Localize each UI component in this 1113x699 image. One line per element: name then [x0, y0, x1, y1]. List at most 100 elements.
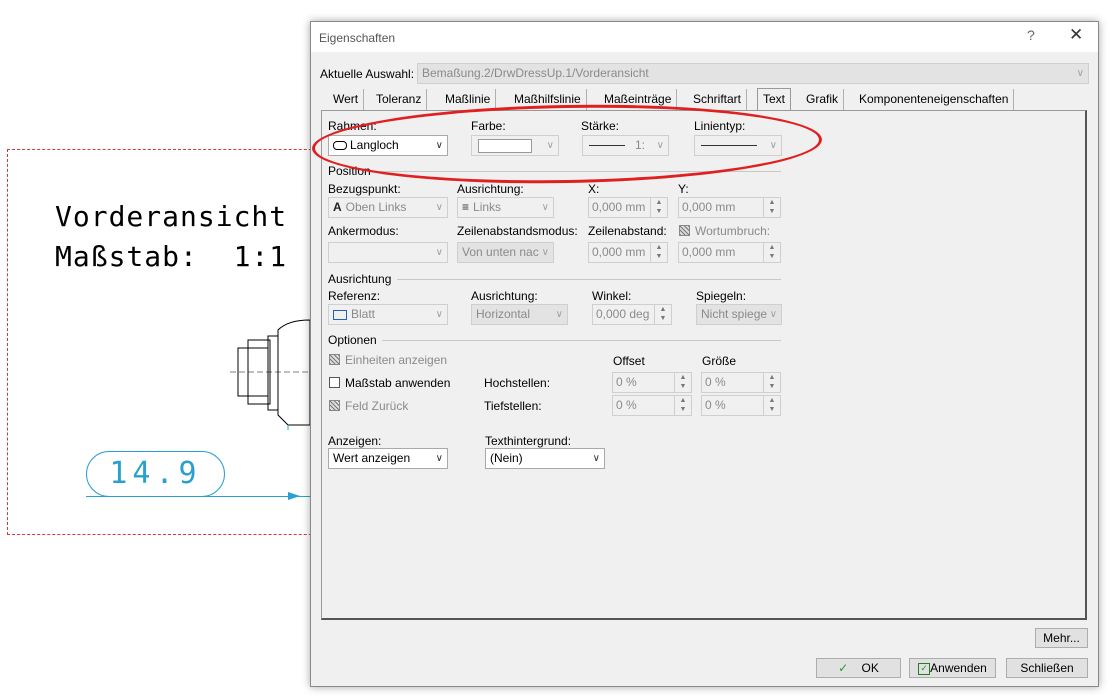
referenz-combo[interactable]: Blatt ∨	[328, 304, 448, 325]
more-button[interactable]: Mehr...	[1035, 628, 1088, 648]
wortumbruch-value: 0,000 mm	[682, 245, 736, 259]
dimension-line	[86, 496, 311, 497]
tab-toleranz[interactable]: Toleranz	[371, 89, 428, 110]
view-scale-text: Maßstab: 1:1	[55, 240, 288, 273]
einheiten-label: Einheiten anzeigen	[345, 353, 448, 367]
x-label: X:	[588, 182, 600, 196]
texthintergrund-label: Texthintergrund:	[485, 434, 572, 448]
apply-check-icon: ✓	[918, 662, 931, 675]
wortumbruch-checkbox[interactable]	[679, 225, 690, 236]
y-value: 0,000 mm	[682, 200, 736, 214]
hochstellen-groesse-input[interactable]: 0 % ▲ ▼	[701, 372, 781, 393]
chevron-down-icon: ∨	[592, 453, 600, 464]
zeilenabstand-spin-buttons[interactable]: ▲ ▼	[650, 243, 667, 262]
chevron-down-icon: ∨	[1076, 68, 1084, 79]
zeilenabstand-label: Zeilenabstand:	[588, 224, 667, 238]
y-spin-buttons[interactable]: ▲ ▼	[763, 198, 780, 217]
dialog-title: Eigenschaften	[319, 31, 396, 45]
sheet-icon	[333, 309, 347, 320]
apply-button[interactable]: ✓ Anwenden	[909, 658, 996, 678]
massstab-checkbox[interactable]	[329, 377, 340, 388]
view-name-text: Vorderansicht	[55, 200, 288, 233]
chevron-down-icon: ∨	[541, 202, 549, 213]
tiefstellen-groesse-value: 0 %	[705, 398, 726, 412]
tiefstellen-offset-input[interactable]: 0 % ▲ ▼	[612, 395, 692, 416]
tab-masslinie[interactable]: Maßlinie	[440, 89, 497, 110]
referenz-label: Referenz:	[328, 289, 381, 303]
tab-text[interactable]: Text	[757, 88, 792, 111]
winkel-value: 0,000 deg	[596, 307, 650, 321]
ausrichtung-pos-combo[interactable]: ≡ Links ∨	[457, 197, 554, 218]
spiegeln-value: Nicht spiege	[701, 307, 768, 321]
anchor-point-icon: A	[333, 200, 342, 214]
tab-schriftart[interactable]: Schriftart	[688, 89, 748, 110]
optionen-group-label: Optionen	[328, 333, 377, 347]
x-spin-buttons[interactable]: ▲ ▼	[650, 198, 667, 217]
tab-grafik[interactable]: Grafik	[801, 89, 845, 110]
texthintergrund-combo[interactable]: (Nein) ∨	[485, 448, 605, 469]
chevron-down-icon: ∨	[435, 202, 443, 213]
bezugspunkt-value: Oben Links	[345, 200, 407, 214]
part-geometry	[230, 319, 311, 430]
wortumbruch-input[interactable]: 0,000 mm ▲ ▼	[678, 242, 781, 263]
x-value: 0,000 mm	[592, 200, 646, 214]
zeilenabstandsmodus-combo[interactable]: Von unten nac ∨	[457, 242, 554, 263]
ausrichtung-pos-label: Ausrichtung:	[457, 182, 524, 196]
ok-label: OK	[861, 661, 879, 675]
current-selection-value: Bemaßung.2/DrwDressUp.1/Vorderansicht	[422, 66, 649, 80]
ankermodus-combo[interactable]: ∨	[328, 242, 448, 263]
bezugspunkt-label: Bezugspunkt:	[328, 182, 401, 196]
ausrichtung-group-label: Ausrichtung	[328, 272, 392, 286]
x-input[interactable]: 0,000 mm ▲ ▼	[588, 197, 668, 218]
dialog-titlebar: Eigenschaften ? ✕	[311, 22, 1098, 52]
tiefstellen-groesse-spin[interactable]: ▲ ▼	[763, 396, 780, 415]
wortumbruch-spin-buttons[interactable]: ▲ ▼	[763, 243, 780, 262]
anzeigen-label: Anzeigen:	[328, 434, 382, 448]
current-selection-label: Aktuelle Auswahl:	[320, 67, 415, 81]
tiefstellen-label: Tiefstellen:	[484, 399, 542, 413]
tiefstellen-groesse-input[interactable]: 0 % ▲ ▼	[701, 395, 781, 416]
apply-label: Anwenden	[930, 661, 987, 675]
referenz-value: Blatt	[351, 307, 376, 321]
feld-zurueck-label: Feld Zurück	[345, 399, 409, 413]
chevron-down-icon: ∨	[769, 309, 777, 320]
help-button[interactable]: ?	[1027, 27, 1035, 43]
hochstellen-groesse-spin[interactable]: ▲ ▼	[763, 373, 780, 392]
ausrichtung-combo[interactable]: Horizontal ∨	[471, 304, 568, 325]
hochstellen-groesse-value: 0 %	[705, 375, 726, 389]
einheiten-checkbox[interactable]	[329, 354, 340, 365]
hochstellen-offset-input[interactable]: 0 % ▲ ▼	[612, 372, 692, 393]
zeilenabstandsmodus-label: Zeilenabstandsmodus:	[457, 224, 578, 238]
chevron-down-icon: ∨	[435, 453, 443, 464]
tiefstellen-offset-value: 0 %	[616, 398, 637, 412]
y-label: Y:	[678, 182, 689, 196]
winkel-spin-buttons[interactable]: ▲ ▼	[654, 305, 671, 324]
tiefstellen-offset-spin[interactable]: ▲ ▼	[674, 396, 691, 415]
align-left-icon: ≡	[462, 200, 470, 214]
dimension-arrow-icon	[288, 492, 300, 500]
winkel-input[interactable]: 0,000 deg ▲ ▼	[592, 304, 672, 325]
spiegeln-combo[interactable]: Nicht spiege ∨	[696, 304, 782, 325]
zeilenabstand-input[interactable]: 0,000 mm ▲ ▼	[588, 242, 668, 263]
bezugspunkt-combo[interactable]: A Oben Links ∨	[328, 197, 448, 218]
close-button[interactable]: Schließen	[1006, 658, 1088, 678]
massstab-label: Maßstab anwenden	[345, 376, 451, 390]
tab-komponenteneigenschaften[interactable]: Komponenteneigenschaften	[854, 89, 1015, 110]
chevron-down-icon: ∨	[435, 309, 443, 320]
feld-zurueck-checkbox[interactable]	[329, 400, 340, 411]
ausrichtung-pos-value: Links	[473, 200, 502, 214]
tab-wert[interactable]: Wert	[328, 89, 365, 110]
ausrichtung-label: Ausrichtung:	[471, 289, 538, 303]
ok-button[interactable]: ✓ OK	[816, 658, 901, 678]
hochstellen-offset-value: 0 %	[616, 375, 637, 389]
chevron-down-icon: ∨	[541, 247, 549, 258]
wortumbruch-label: Wortumbruch:	[695, 224, 771, 238]
optionen-group-line	[382, 340, 781, 341]
dimension-value-frame[interactable]: 14.9	[86, 451, 225, 497]
close-icon[interactable]: ✕	[1069, 25, 1083, 45]
current-selection-combo[interactable]: Bemaßung.2/DrwDressUp.1/Vorderansicht ∨	[417, 63, 1089, 84]
hochstellen-label: Hochstellen:	[484, 376, 551, 390]
anzeigen-combo[interactable]: Wert anzeigen ∨	[328, 448, 448, 469]
y-input[interactable]: 0,000 mm ▲ ▼	[678, 197, 781, 218]
hochstellen-offset-spin[interactable]: ▲ ▼	[674, 373, 691, 392]
